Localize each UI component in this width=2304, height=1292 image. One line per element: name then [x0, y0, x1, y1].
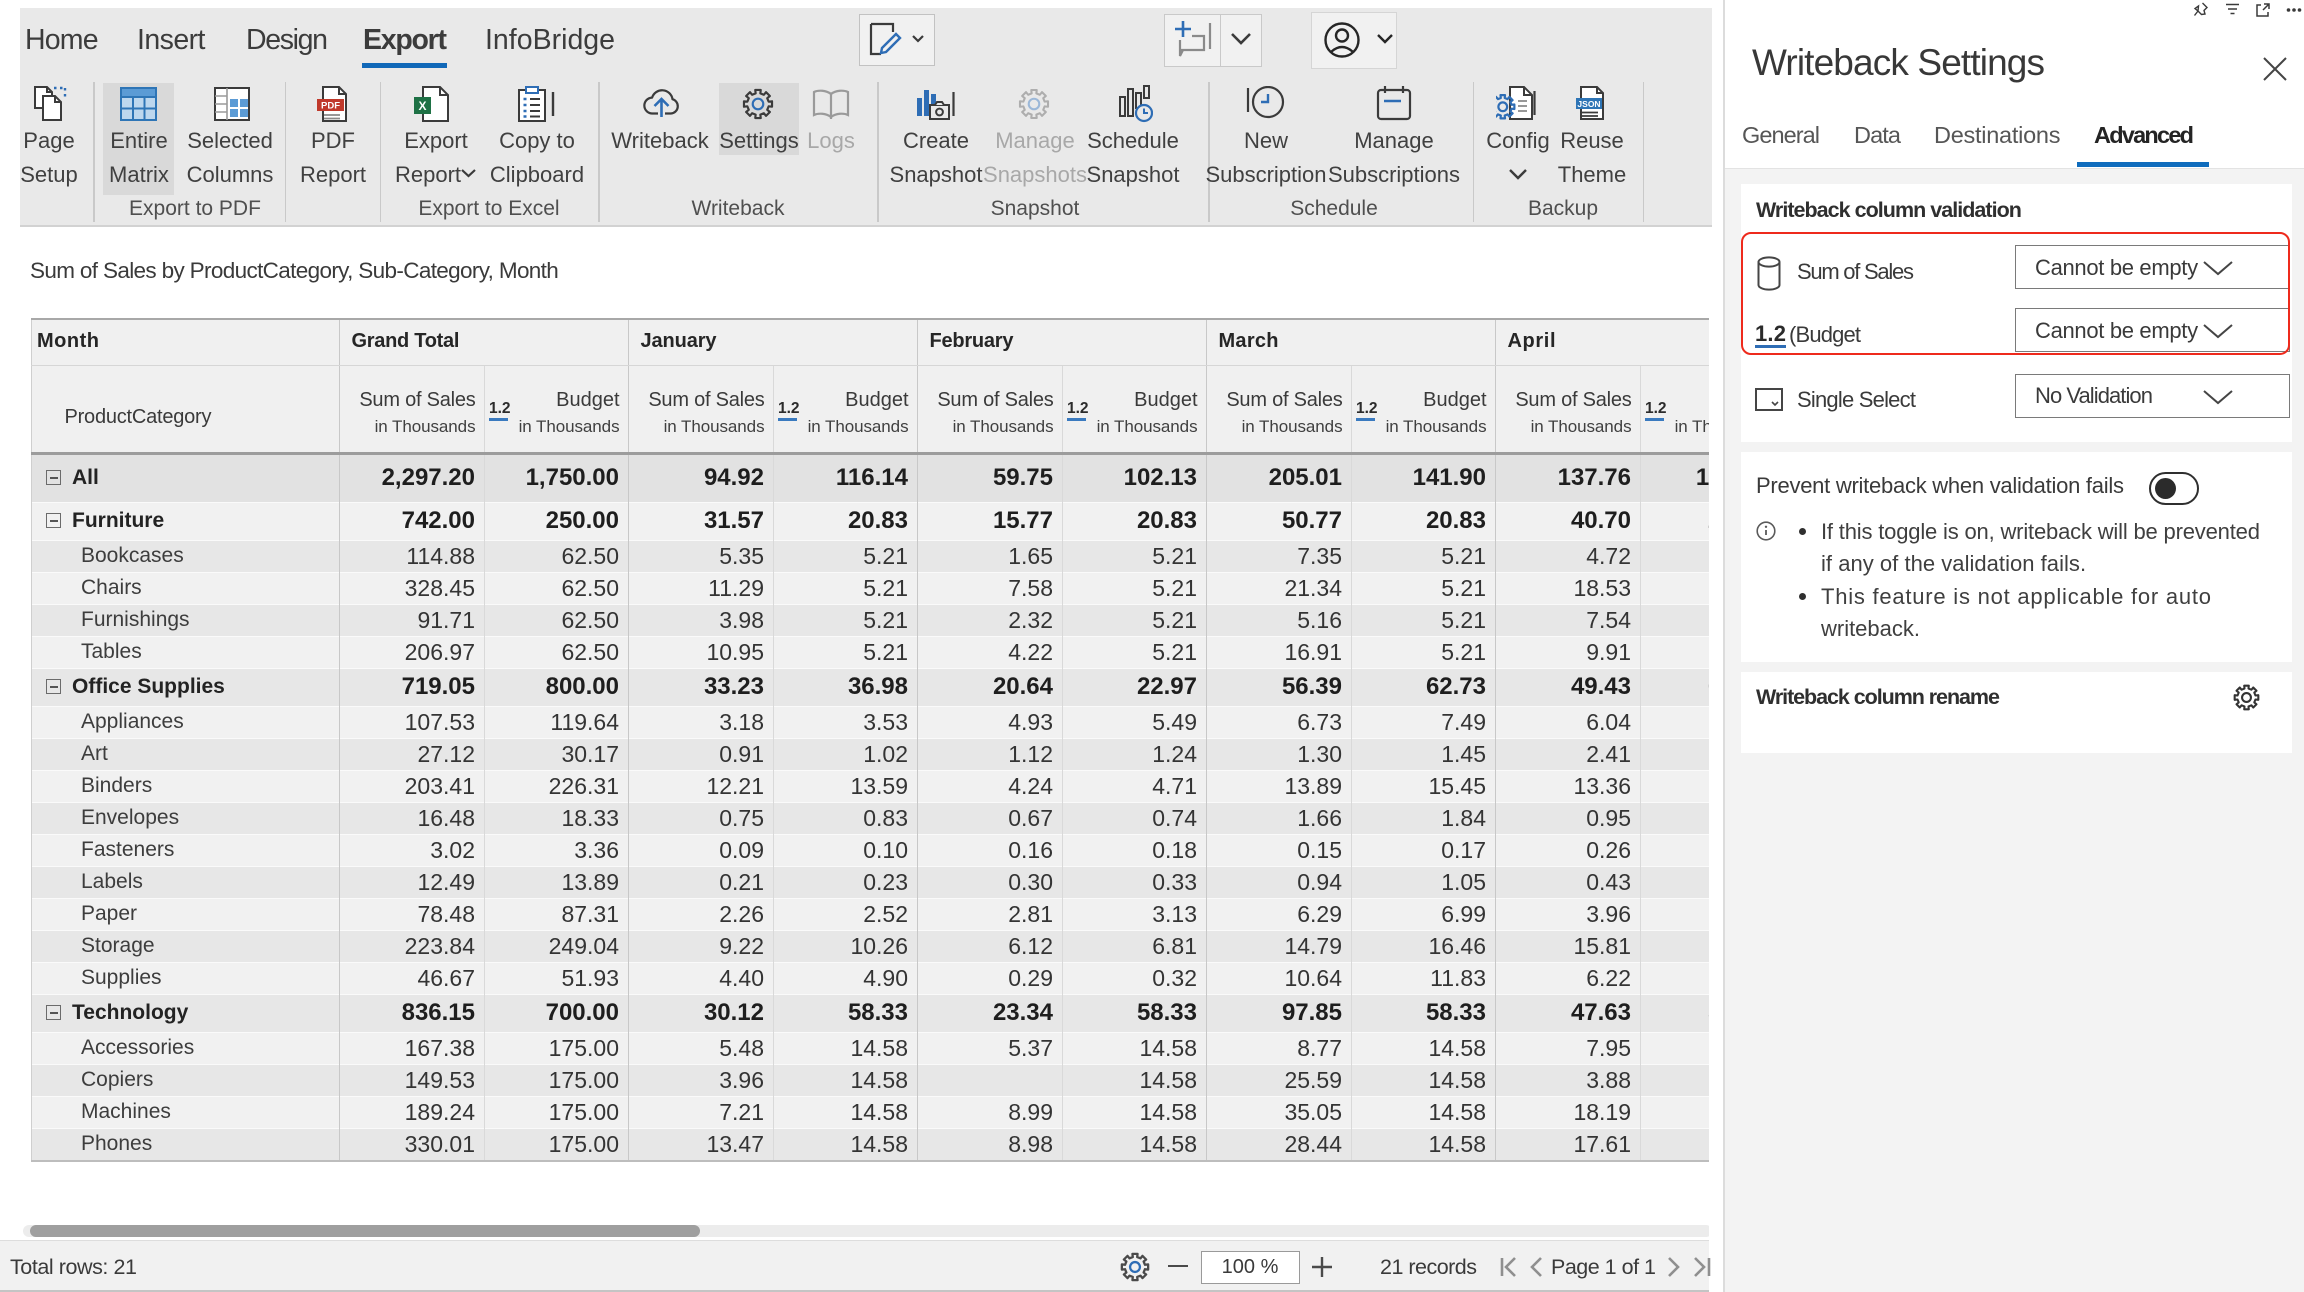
svg-text:JSON: JSON [1577, 99, 1600, 109]
svg-text:X: X [418, 99, 426, 113]
svg-text:PDF: PDF [321, 101, 340, 112]
